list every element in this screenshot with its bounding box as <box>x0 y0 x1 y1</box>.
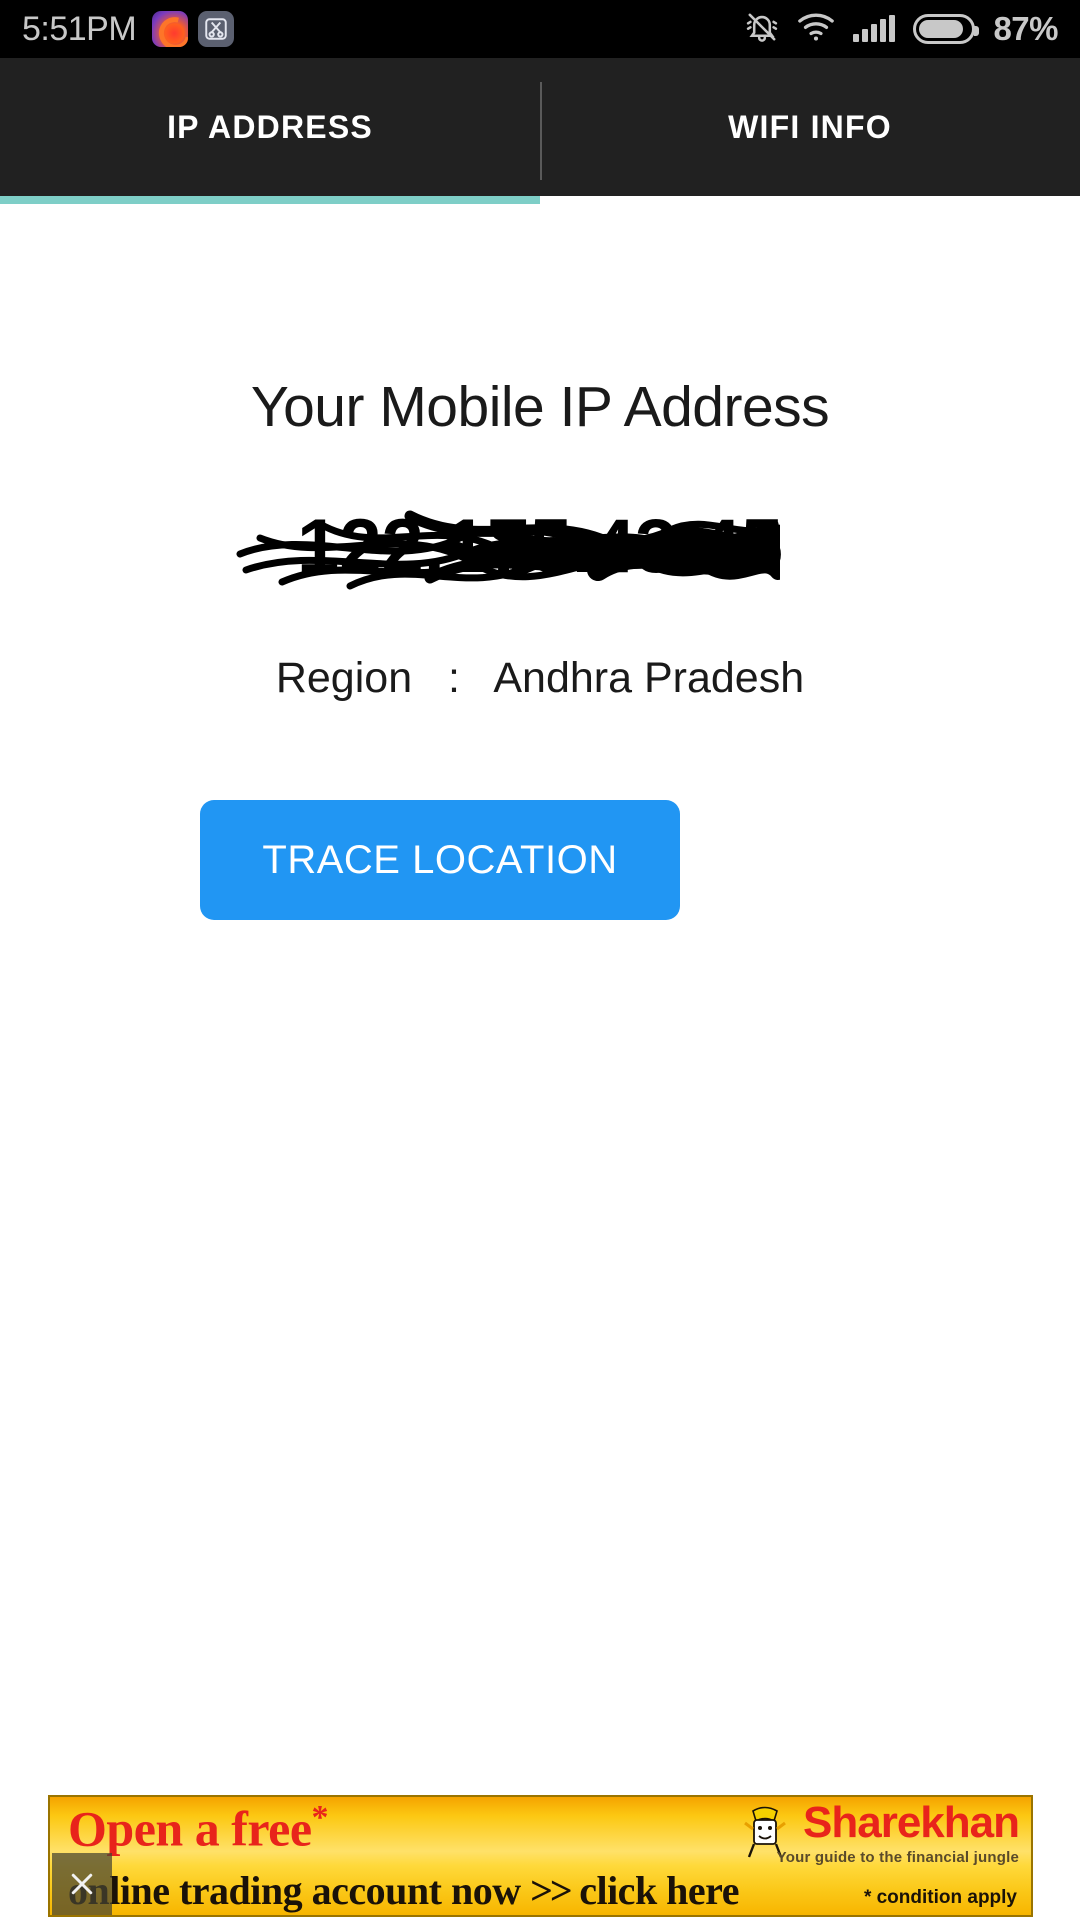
silent-bell-icon <box>745 10 779 49</box>
ad-subline: online trading account now >> click here <box>68 1867 739 1914</box>
ip-address-block: 122.175.43.45 <box>0 492 1080 602</box>
ad-asterisk: * <box>311 1799 329 1836</box>
status-bar-notification-icons <box>152 11 235 47</box>
page-title: Your Mobile IP Address <box>250 375 830 439</box>
ad-brand-name: Sharekhan <box>803 1798 1020 1847</box>
tab-ip-address-label: IP ADDRESS <box>167 108 373 145</box>
battery-icon <box>913 14 980 44</box>
ad-cta-text: click here <box>579 1868 739 1913</box>
status-bar-system-icons: 87% <box>745 10 1058 49</box>
battery-percent-label: 87% <box>993 10 1058 47</box>
status-bar: 5:51PM 87% <box>0 0 1080 58</box>
ad-subline-text: online trading account now <box>68 1868 521 1913</box>
ad-brand-block: Sharekhan Your guide to the financial ju… <box>776 1798 1020 1867</box>
ad-headline-text: Open a free <box>68 1800 312 1857</box>
ad-close-button[interactable] <box>52 1853 112 1915</box>
app-screen: 5:51PM 87% IP ADDRESS WIFI INFO Your Mob… <box>0 0 1080 1920</box>
tab-wifi-info[interactable]: WIFI INFO <box>540 58 1080 196</box>
ip-address-value: 122.175.43.45 <box>296 504 784 589</box>
ad-banner[interactable]: Open a free* online trading account now … <box>48 1795 1033 1917</box>
ad-condition-note: * condition apply <box>863 1887 1017 1908</box>
wifi-icon <box>797 12 835 47</box>
ip-address-panel: Your Mobile IP Address 122.175.43.45 Reg… <box>0 204 1080 1920</box>
signal-bars-icon <box>853 15 896 42</box>
tab-wifi-info-label: WIFI INFO <box>728 108 892 145</box>
ad-brand-tagline: Your guide to the financial jungle <box>776 1849 1019 1866</box>
trace-location-button[interactable]: TRACE LOCATION <box>200 800 680 920</box>
region-row: Region : Andhra Pradesh <box>275 654 805 702</box>
ad-arrows: >> <box>530 1868 573 1913</box>
tab-divider <box>540 82 542 180</box>
ad-headline: Open a free* <box>68 1799 329 1858</box>
firefox-app-icon <box>152 11 189 47</box>
close-icon <box>71 1873 93 1895</box>
status-bar-clock: 5:51PM <box>22 10 137 48</box>
tab-ip-address[interactable]: IP ADDRESS <box>0 58 540 196</box>
active-tab-indicator <box>0 196 540 204</box>
screenshot-scissors-icon <box>198 11 235 47</box>
